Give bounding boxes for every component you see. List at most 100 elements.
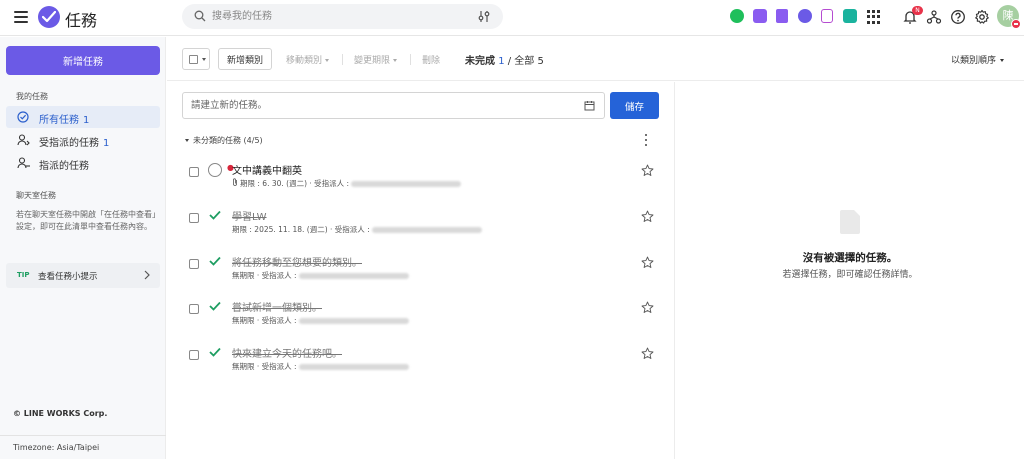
- check-circle-icon: [17, 111, 29, 123]
- tasks-logo-icon: [38, 6, 60, 28]
- search-icon: [194, 10, 206, 22]
- copyright: © LINE WORKS Corp.: [13, 409, 108, 418]
- new-task-button[interactable]: 新增任務: [6, 46, 160, 75]
- divider: [410, 54, 411, 65]
- tip-link[interactable]: TIP 查看任務小提示: [6, 263, 160, 288]
- task-row[interactable]: 嘗試新增一個類別。 無期限 · 受指派人 :: [167, 299, 675, 339]
- task-meta: 無期限 · 受指派人 :: [232, 270, 409, 281]
- caret-down-icon: [185, 139, 189, 142]
- my-tasks-label: 我的任務: [16, 92, 48, 101]
- add-category-button[interactable]: 新增類別: [218, 48, 273, 70]
- select-all-dropdown[interactable]: [182, 48, 210, 70]
- calendar-icon[interactable]: [753, 9, 767, 23]
- chevron-right-icon: [144, 270, 150, 280]
- check-icon[interactable]: [209, 210, 221, 220]
- sidebar-item-label: 所有任務: [39, 115, 79, 126]
- change-due-button[interactable]: 變更期限: [354, 53, 398, 66]
- gear-icon[interactable]: [974, 9, 990, 25]
- more-options-icon[interactable]: [645, 134, 649, 146]
- star-icon[interactable]: [641, 256, 654, 269]
- task-title: 嘗試新增一個類別。: [232, 303, 322, 314]
- divider: [0, 435, 166, 436]
- note-icon[interactable]: [776, 9, 788, 23]
- line-chat-icon[interactable]: [730, 9, 744, 23]
- delete-button[interactable]: 刪除: [422, 53, 440, 66]
- check-icon[interactable]: [209, 301, 221, 311]
- approval-icon[interactable]: [821, 9, 833, 23]
- task-meta: 無期限 · 受指派人 :: [232, 361, 409, 372]
- task-title: 學習LW: [232, 212, 267, 223]
- caret-down-icon: [1000, 59, 1004, 62]
- complete-toggle[interactable]: [208, 163, 222, 177]
- checkbox-icon: [189, 55, 198, 64]
- timezone: Timezone: Asia/Taipei: [13, 443, 100, 452]
- filter-icon[interactable]: [478, 10, 490, 23]
- new-task-field: [182, 92, 605, 119]
- calendar-icon[interactable]: [584, 100, 595, 111]
- task-row[interactable]: 將任務移動至您想要的類別。 無期限 · 受指派人 :: [167, 254, 675, 294]
- assignee-redacted: [298, 273, 409, 279]
- check-icon[interactable]: [209, 256, 221, 266]
- help-icon[interactable]: [950, 9, 966, 25]
- empty-state-title: 沒有被選擇的任務。: [802, 252, 898, 264]
- tip-tag: TIP: [17, 271, 30, 279]
- sort-dropdown[interactable]: 以類別順序: [951, 53, 1004, 66]
- sidebar-item-count: 1: [103, 138, 110, 149]
- task-checkbox[interactable]: [189, 259, 199, 269]
- sidebar-item-label: 受指派的任務: [39, 138, 99, 149]
- sidebar-item-assigned-to-me[interactable]: 受指派的任務 1: [6, 129, 160, 151]
- tasks-icon[interactable]: [798, 9, 812, 23]
- task-toolbar: 新增類別 移動類別 變更期限 刪除 未完成 1 / 全部 5 以類別順序: [167, 37, 1024, 81]
- sidebar-item-assigned-by-me[interactable]: 指派的任務: [6, 152, 160, 174]
- task-row[interactable]: ● 文中講義中翻英 期限 : 6. 30. (週二) · 受指派人 :: [167, 162, 675, 202]
- save-button[interactable]: 儲存: [610, 92, 659, 119]
- task-meta: 期限 : 6. 30. (週二) · 受指派人 :: [232, 178, 462, 189]
- empty-state-subtitle: 若選擇任務，即可確認任務詳情。: [782, 270, 918, 280]
- new-task-input[interactable]: [191, 93, 571, 118]
- search-input[interactable]: [212, 4, 462, 29]
- top-bar: 任務 N 陳: [0, 0, 1024, 36]
- app-grid-icon[interactable]: [867, 10, 881, 24]
- star-icon[interactable]: [641, 347, 654, 360]
- app-title: 任務: [65, 11, 98, 30]
- task-checkbox[interactable]: [189, 350, 199, 360]
- task-list-pane: 儲存 未分類的任務 (4/5) ● 文中講義中翻英 期限 : 6. 30. (週…: [167, 82, 675, 459]
- assignee-redacted: [298, 318, 409, 324]
- user-out-icon: [17, 157, 30, 169]
- star-icon[interactable]: [641, 301, 654, 314]
- task-row[interactable]: 快來建立今天的任務吧。 無期限 · 受指派人 :: [167, 345, 675, 385]
- document-icon: [840, 210, 860, 234]
- task-count-summary: 未完成 1 / 全部 5: [465, 56, 544, 67]
- task-detail-pane: 沒有被選擇的任務。 若選擇任務，即可確認任務詳情。: [676, 82, 1024, 459]
- task-title: 將任務移動至您想要的類別。: [232, 258, 362, 269]
- contacts-icon[interactable]: [843, 9, 857, 23]
- sidebar-item-count: 1: [83, 115, 90, 126]
- task-meta: 無期限 · 受指派人 :: [232, 315, 409, 326]
- chat-tasks-description: 若在聊天室任務中開啟「在任務中查看」設定，即可在此清單中查看任務內容。: [16, 210, 156, 231]
- assignee-redacted: [298, 364, 409, 370]
- assignee-redacted: [351, 181, 462, 187]
- task-checkbox[interactable]: [189, 167, 199, 177]
- task-meta: 期限 : 2025. 11. 18. (週二) · 受指派人 :: [232, 224, 482, 235]
- star-icon[interactable]: [641, 210, 654, 223]
- chat-tasks-label: 聊天室任務: [16, 191, 56, 200]
- notification-badge: N: [912, 6, 923, 15]
- task-title: 快來建立今天的任務吧。: [232, 349, 342, 360]
- task-title: 文中講義中翻英: [232, 166, 302, 177]
- sidebar-item-all-tasks[interactable]: 所有任務 1: [6, 106, 160, 128]
- menu-icon[interactable]: [14, 11, 28, 23]
- star-icon[interactable]: [641, 164, 654, 177]
- status-away-icon: [1011, 19, 1021, 29]
- sidebar-item-label: 指派的任務: [39, 161, 89, 172]
- move-category-button[interactable]: 移動類別: [286, 53, 330, 66]
- search-bar: [182, 4, 503, 29]
- org-chart-icon[interactable]: [926, 9, 942, 25]
- task-row[interactable]: 學習LW 期限 : 2025. 11. 18. (週二) · 受指派人 :: [167, 208, 675, 248]
- user-in-icon: [17, 134, 30, 146]
- attachment-icon: [233, 178, 237, 186]
- task-checkbox[interactable]: [189, 304, 199, 314]
- check-icon[interactable]: [209, 347, 221, 357]
- task-checkbox[interactable]: [189, 213, 199, 223]
- group-header-uncategorized[interactable]: 未分類的任務 (4/5): [185, 135, 263, 146]
- tip-label: 查看任務小提示: [38, 272, 98, 282]
